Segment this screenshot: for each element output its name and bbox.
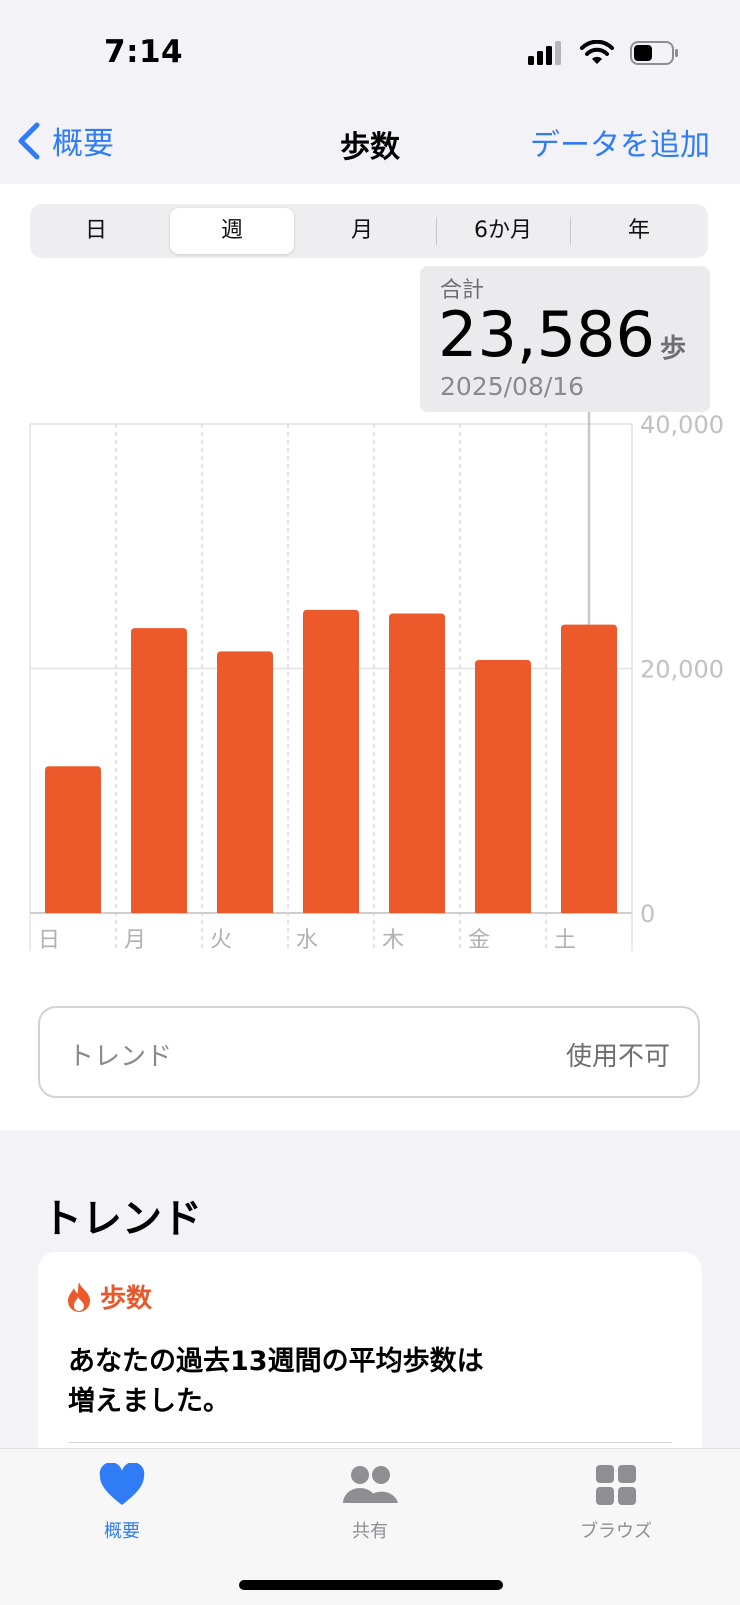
flame-icon: [68, 1281, 90, 1312]
tab-sharing-label: 共有: [352, 1521, 388, 1542]
y-tick-label: 20,000: [640, 656, 724, 684]
bar: [217, 651, 273, 913]
bar: [45, 766, 101, 913]
y-tick-label: 0: [640, 900, 655, 928]
heart-icon: [99, 1462, 145, 1505]
bar: [303, 609, 359, 913]
trend-pill-label: トレンド: [68, 1042, 173, 1072]
trend-card-header: 歩数: [66, 1278, 152, 1315]
x-tick-label: 月: [124, 928, 146, 953]
trends-section-title: トレンド: [42, 1196, 202, 1242]
x-tick-label: 日: [38, 928, 60, 953]
home-indicator: [239, 1580, 503, 1590]
trend-pill-value: 使用不可: [565, 1042, 670, 1072]
trend-card-line1: あなたの過去13週間の平均歩数は: [68, 1346, 484, 1377]
trend-card[interactable]: 歩数 あなたの過去13週間の平均歩数は 増えました。: [38, 1252, 702, 1472]
x-tick-label: 火: [210, 928, 232, 953]
trend-card-line2: 増えました。: [68, 1386, 230, 1417]
x-tick-label: 土: [554, 928, 576, 953]
tab-summary-label: 概要: [104, 1521, 140, 1542]
people-icon: [343, 1466, 398, 1503]
bar: [561, 624, 617, 913]
tab-sharing[interactable]: 共有: [290, 1463, 450, 1543]
tab-browse[interactable]: ブラウズ: [536, 1463, 696, 1543]
tab-summary[interactable]: 概要: [42, 1462, 202, 1543]
y-tick-label: 40,000: [640, 411, 724, 439]
trend-card-category: 歩数: [100, 1284, 153, 1314]
tab-browse-label: ブラウズ: [580, 1521, 652, 1542]
bar: [475, 659, 531, 913]
bar: [131, 628, 187, 913]
steps-bar-chart[interactable]: 日 月 火 水 木 金 土 0 20,000 40,000: [0, 0, 740, 960]
grid-icon: [596, 1465, 636, 1505]
x-tick-label: 金: [468, 928, 490, 953]
bar: [389, 613, 445, 913]
x-tick-label: 水: [296, 928, 318, 953]
trend-card-divider: [68, 1442, 672, 1443]
trend-card-text: あなたの過去13週間の平均歩数は 増えました。: [68, 1342, 628, 1422]
x-tick-label: 木: [382, 928, 404, 953]
trend-status-pill[interactable]: トレンド 使用不可: [38, 1006, 700, 1098]
